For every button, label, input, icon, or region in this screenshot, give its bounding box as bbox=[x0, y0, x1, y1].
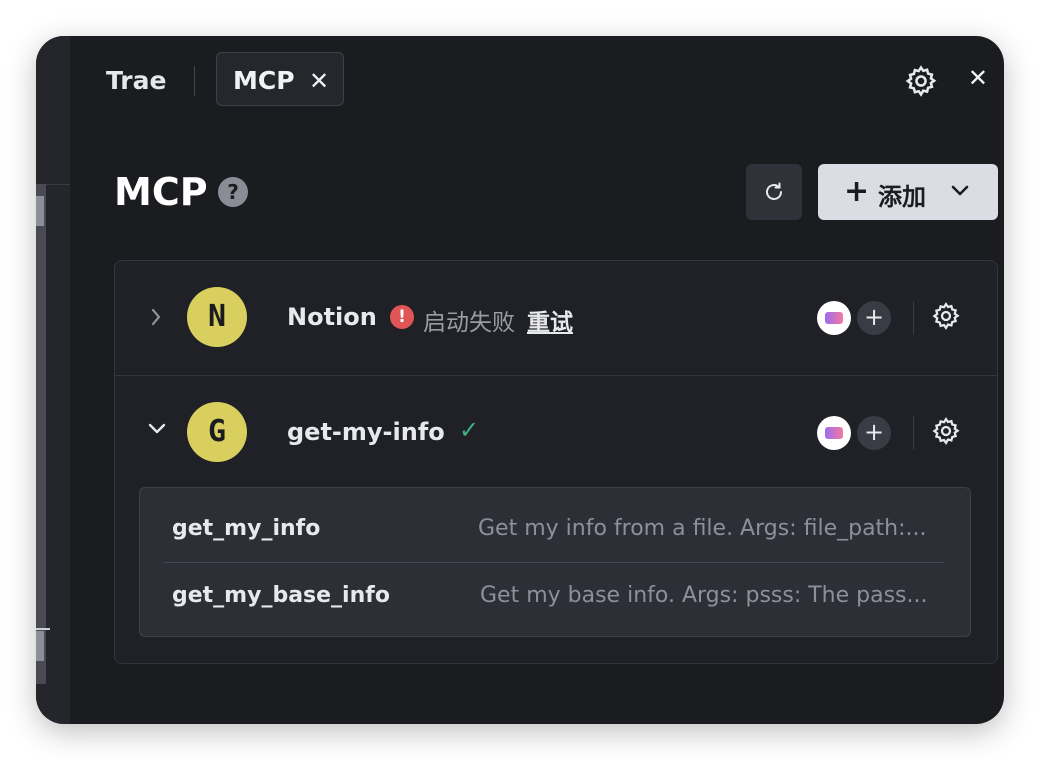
agent-icon[interactable] bbox=[817, 416, 851, 450]
divider bbox=[913, 301, 914, 335]
error-icon: ! bbox=[390, 305, 414, 329]
close-tab-icon[interactable]: ✕ bbox=[309, 67, 329, 95]
tool-name: get_my_info bbox=[172, 516, 321, 541]
add-to-agent-icon[interactable]: + bbox=[857, 301, 891, 335]
scrollbar-thumb[interactable] bbox=[36, 196, 44, 226]
page-title: MCP bbox=[114, 170, 208, 214]
refresh-icon bbox=[766, 182, 782, 200]
add-button[interactable]: + 添加 bbox=[818, 164, 998, 220]
server-list: N Notion ! 启动失败 重试 + G get-my-info ✓ + g… bbox=[114, 260, 998, 664]
gear-icon[interactable] bbox=[931, 301, 961, 331]
check-icon: ✓ bbox=[459, 416, 480, 444]
tab-divider bbox=[194, 66, 195, 96]
tool-name: get_my_base_info bbox=[172, 583, 390, 608]
divider bbox=[36, 628, 50, 630]
server-row-get-my-info[interactable]: G get-my-info ✓ + bbox=[115, 375, 997, 490]
tool-description: Get my info from a file. Args: file_path… bbox=[478, 516, 927, 541]
plus-icon: + bbox=[844, 174, 870, 209]
list-item[interactable]: get_my_info Get my info from a file. Arg… bbox=[140, 496, 970, 562]
tool-description: Get my base info. Args: psss: The pass..… bbox=[480, 583, 928, 608]
agent-icon[interactable] bbox=[817, 301, 851, 335]
tab-trae[interactable]: Trae bbox=[106, 66, 166, 95]
server-name: get-my-info bbox=[287, 418, 445, 446]
avatar: G bbox=[187, 402, 247, 462]
close-window-icon[interactable]: ✕ bbox=[968, 64, 988, 92]
chevron-right-icon[interactable] bbox=[149, 305, 163, 329]
tool-list: get_my_info Get my info from a file. Arg… bbox=[139, 487, 971, 637]
tab-mcp-label: MCP bbox=[233, 66, 295, 95]
tab-mcp[interactable]: MCP ✕ bbox=[216, 52, 344, 106]
divider bbox=[913, 416, 914, 450]
list-item[interactable]: get_my_base_info Get my base info. Args:… bbox=[164, 562, 944, 629]
scrollbar-thumb[interactable] bbox=[36, 631, 44, 661]
gear-icon[interactable] bbox=[931, 416, 961, 446]
status-text: 启动失败 bbox=[423, 310, 515, 336]
server-name: Notion bbox=[287, 303, 377, 331]
chevron-down-icon[interactable] bbox=[950, 184, 970, 198]
gear-icon[interactable] bbox=[904, 64, 938, 98]
refresh-button[interactable] bbox=[746, 164, 802, 220]
add-button-label: 添加 bbox=[878, 183, 926, 211]
server-row-notion[interactable]: N Notion ! 启动失败 重试 + bbox=[115, 261, 997, 375]
chevron-down-icon[interactable] bbox=[147, 422, 167, 436]
retry-link[interactable]: 重试 bbox=[527, 303, 573, 337]
editor-edge bbox=[36, 36, 70, 724]
editor-gutter bbox=[36, 184, 46, 684]
avatar: N bbox=[187, 287, 247, 347]
add-to-agent-icon[interactable]: + bbox=[857, 416, 891, 450]
help-icon[interactable]: ? bbox=[218, 177, 248, 207]
mcp-window: Trae MCP ✕ ✕ MCP ? + 添加 N Notion ! 启动失败 … bbox=[36, 36, 1004, 724]
tab-bar: Trae MCP ✕ ✕ bbox=[70, 36, 1004, 126]
